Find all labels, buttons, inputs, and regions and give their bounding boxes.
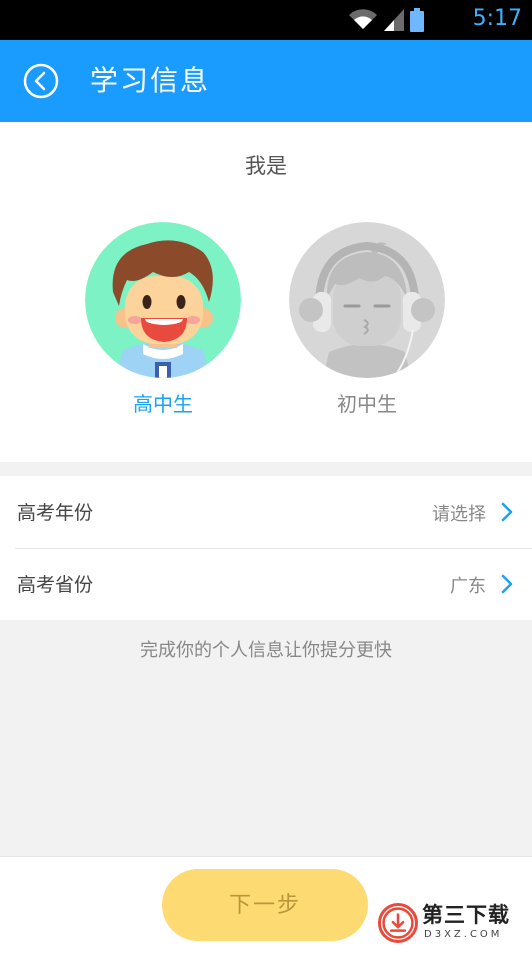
chevron-right-icon	[501, 574, 513, 594]
identity-prompt: 我是	[245, 154, 287, 178]
battery-icon	[410, 8, 424, 32]
app-bar: 学习信息	[0, 40, 532, 122]
status-time: 5:17	[472, 6, 522, 31]
option-senior-high[interactable]: 高中生	[83, 222, 243, 417]
row-value: 请选择	[432, 504, 486, 525]
chevron-right-icon	[501, 502, 513, 522]
row-value: 广东	[450, 576, 486, 597]
identity-section: 我是 高中生 初中生	[0, 122, 532, 462]
option-label: 初中生	[337, 392, 397, 416]
watermark: 第三下载 D3XZ.COM	[378, 899, 528, 949]
senior-student-avatar	[85, 222, 241, 378]
hint-text: 完成你的个人信息让你提分更快	[140, 640, 392, 661]
wifi-icon	[349, 9, 377, 29]
signal-icon	[384, 9, 404, 31]
row-label: 高考省份	[17, 574, 94, 596]
status-icons	[348, 8, 424, 32]
junior-student-avatar	[289, 222, 445, 378]
row-label: 高考年份	[17, 502, 94, 524]
watermark-subtext: D3XZ.COM	[424, 929, 503, 940]
status-bar: 5:17	[0, 0, 532, 40]
row-exam-province[interactable]: 高考省份 广东	[0, 548, 532, 620]
next-step-button[interactable]: 下一步	[162, 869, 368, 941]
download-logo-icon	[378, 903, 418, 943]
page-title: 学习信息	[90, 64, 211, 97]
option-label: 高中生	[133, 392, 193, 416]
option-junior-high[interactable]: 初中生	[287, 222, 447, 417]
back-arrow-icon	[23, 63, 59, 99]
row-exam-year[interactable]: 高考年份 请选择	[0, 476, 532, 549]
study-info-form: 高考年份 请选择 高考省份 广东	[0, 476, 532, 620]
watermark-text: 第三下载	[422, 903, 510, 927]
footer: 下一步 第三下载 D3XZ.COM	[0, 856, 532, 954]
back-button[interactable]	[22, 62, 60, 100]
